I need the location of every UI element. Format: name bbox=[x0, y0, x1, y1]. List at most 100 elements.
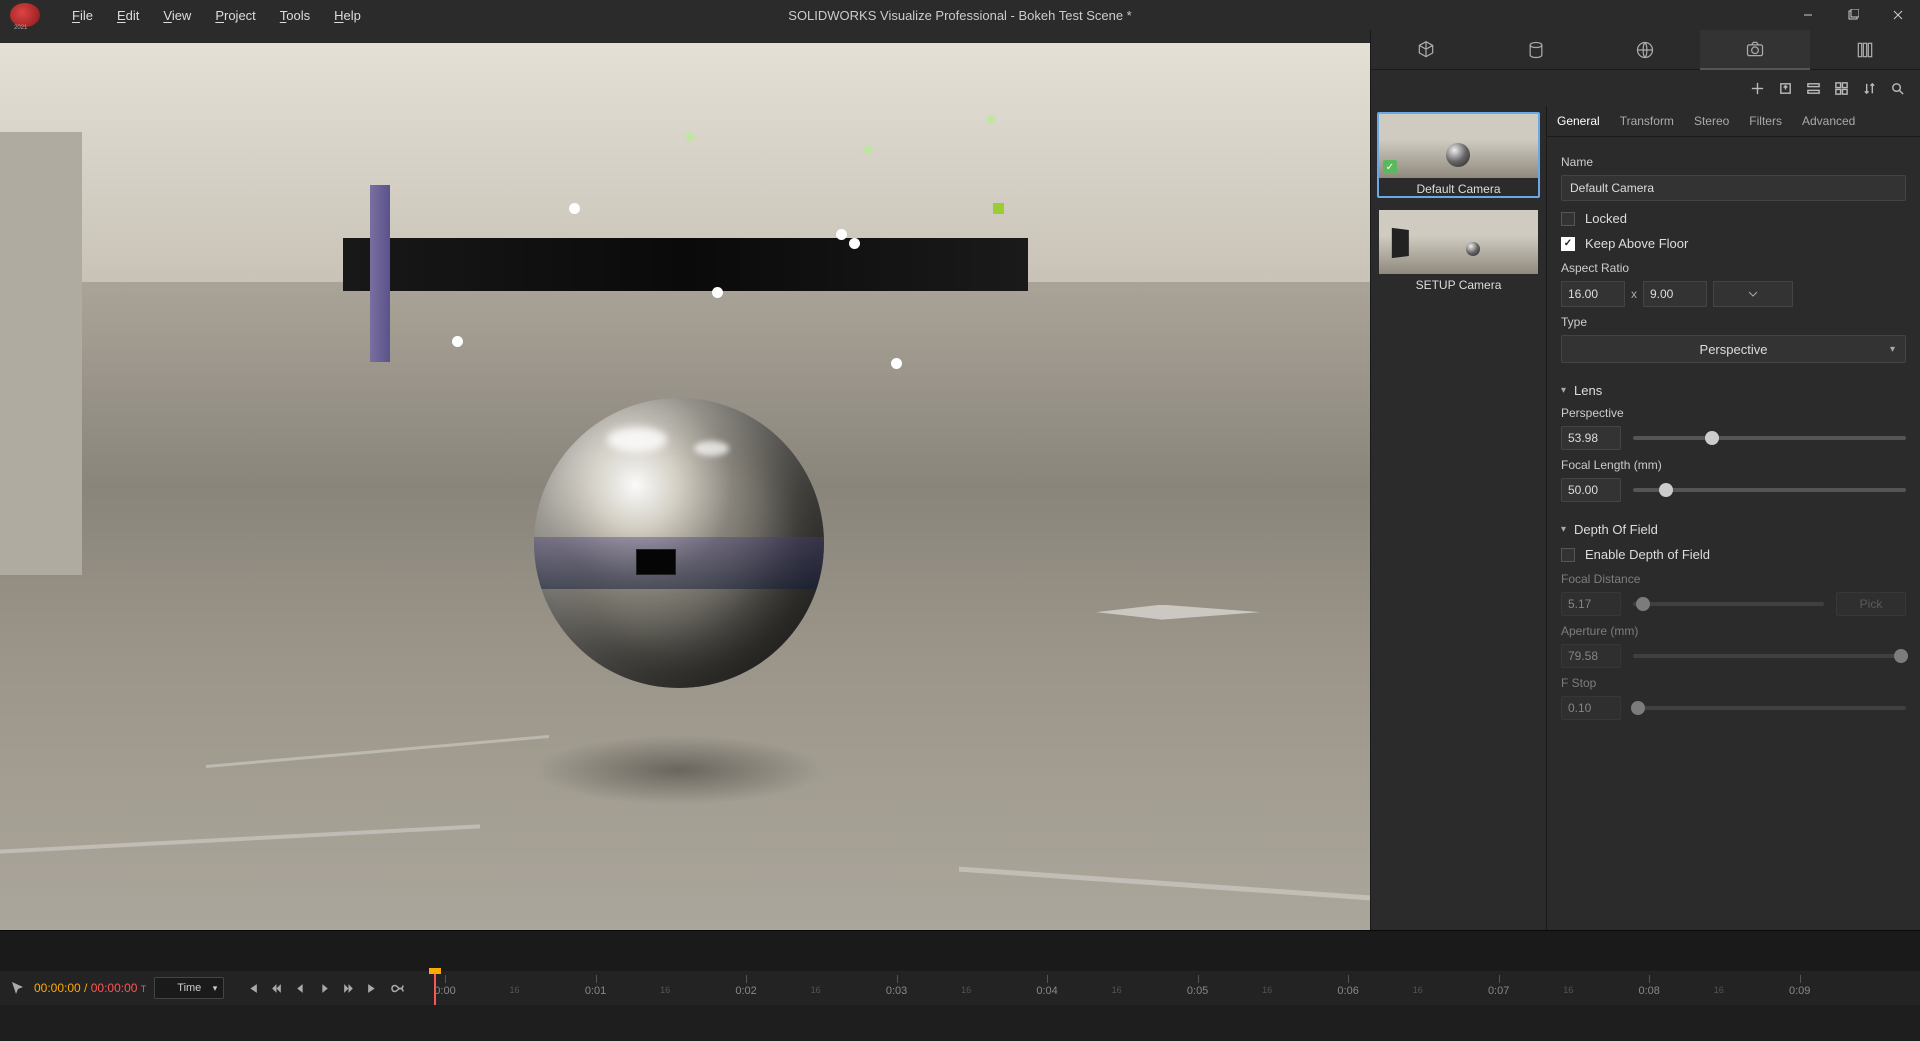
view-list-button[interactable] bbox=[1800, 75, 1826, 101]
menu-help[interactable]: Help bbox=[322, 4, 373, 27]
goto-end-button[interactable] bbox=[362, 978, 382, 998]
viewport[interactable] bbox=[0, 43, 1370, 930]
scene-sphere[interactable] bbox=[534, 398, 824, 688]
search-button[interactable] bbox=[1884, 75, 1910, 101]
sort-button[interactable] bbox=[1856, 75, 1882, 101]
menu-tools[interactable]: Tools bbox=[268, 4, 322, 27]
type-select[interactable]: Perspective bbox=[1561, 335, 1906, 363]
loop-button[interactable] bbox=[386, 978, 406, 998]
scene-shadow bbox=[534, 735, 824, 805]
tab-models[interactable] bbox=[1371, 30, 1481, 70]
tab-cameras[interactable] bbox=[1700, 30, 1810, 70]
view-grid-button[interactable] bbox=[1828, 75, 1854, 101]
lens-section-header[interactable]: Lens bbox=[1561, 383, 1906, 398]
focal-length-slider[interactable] bbox=[1633, 488, 1906, 492]
timeline-minor-tick: 16 bbox=[1112, 985, 1122, 995]
keep-above-checkbox[interactable] bbox=[1561, 237, 1575, 251]
dof-section-header[interactable]: Depth Of Field bbox=[1561, 522, 1906, 537]
scene-light bbox=[685, 132, 695, 142]
name-label: Name bbox=[1561, 155, 1906, 169]
time-total: 00:00:00 bbox=[91, 981, 138, 995]
cursor-icon[interactable] bbox=[10, 980, 26, 996]
timeline-tick: 0:04 bbox=[1036, 985, 1057, 997]
focal-distance-input bbox=[1561, 592, 1621, 616]
gizmo-handle[interactable] bbox=[712, 287, 723, 298]
timeline-minor-tick: 16 bbox=[1563, 985, 1573, 995]
timeline-ruler[interactable]: 0:00160:01160:02160:03160:04160:05160:06… bbox=[434, 971, 1910, 1005]
tab-libraries[interactable] bbox=[1810, 30, 1920, 70]
goto-start-button[interactable] bbox=[242, 978, 262, 998]
name-input[interactable] bbox=[1561, 175, 1906, 201]
timeline-tick: 0:08 bbox=[1638, 985, 1659, 997]
timeline-minor-tick: 16 bbox=[811, 985, 821, 995]
minimize-button[interactable] bbox=[1785, 0, 1830, 30]
prop-tab-advanced[interactable]: Advanced bbox=[1792, 106, 1865, 136]
play-button[interactable] bbox=[314, 978, 334, 998]
perspective-slider[interactable] bbox=[1633, 436, 1906, 440]
timeline-minor-tick: 16 bbox=[660, 985, 670, 995]
camera-item-default[interactable]: Default Camera bbox=[1377, 112, 1540, 198]
timeline-tick: 0:03 bbox=[886, 985, 907, 997]
timeline-mode-select[interactable]: Time bbox=[154, 977, 224, 999]
timeline-minor-tick: 16 bbox=[510, 985, 520, 995]
aperture-input bbox=[1561, 644, 1621, 668]
aspect-width-input[interactable] bbox=[1561, 281, 1625, 307]
gizmo-handle[interactable] bbox=[836, 229, 847, 240]
menu-edit[interactable]: Edit bbox=[105, 4, 151, 27]
timeline-tick: 0:07 bbox=[1488, 985, 1509, 997]
gizmo-handle[interactable] bbox=[569, 203, 580, 214]
focal-length-label: Focal Length (mm) bbox=[1561, 458, 1906, 472]
focal-length-input[interactable] bbox=[1561, 478, 1621, 502]
locked-label: Locked bbox=[1585, 211, 1627, 226]
export-button[interactable] bbox=[1772, 75, 1798, 101]
gizmo-target[interactable] bbox=[993, 203, 1004, 214]
camera-item-setup[interactable]: SETUP Camera bbox=[1377, 208, 1540, 294]
close-button[interactable] bbox=[1875, 0, 1920, 30]
gizmo-handle[interactable] bbox=[452, 336, 463, 347]
timeline-tracks[interactable] bbox=[0, 1005, 1920, 1041]
timeline-minor-tick: 16 bbox=[1262, 985, 1272, 995]
type-label: Type bbox=[1561, 315, 1906, 329]
aspect-height-input[interactable] bbox=[1643, 281, 1707, 307]
fstop-input bbox=[1561, 696, 1621, 720]
timeline-tick: 0:05 bbox=[1187, 985, 1208, 997]
camera-label: Default Camera bbox=[1379, 178, 1538, 196]
enable-dof-checkbox[interactable] bbox=[1561, 548, 1575, 562]
prop-tab-stereo[interactable]: Stereo bbox=[1684, 106, 1739, 136]
perspective-input[interactable] bbox=[1561, 426, 1621, 450]
tab-appearances[interactable] bbox=[1481, 30, 1591, 70]
timeline-tick: 0:00 bbox=[434, 985, 455, 997]
timeline-tick: 0:01 bbox=[585, 985, 606, 997]
locked-checkbox[interactable] bbox=[1561, 212, 1575, 226]
enable-dof-label: Enable Depth of Field bbox=[1585, 547, 1710, 562]
timeline-tick: 0:06 bbox=[1337, 985, 1358, 997]
aspect-preset-button[interactable] bbox=[1713, 281, 1793, 307]
prop-tab-filters[interactable]: Filters bbox=[1739, 106, 1792, 136]
menu-project[interactable]: Project bbox=[203, 4, 267, 27]
focal-pick-button: Pick bbox=[1836, 592, 1906, 616]
camera-label: SETUP Camera bbox=[1379, 274, 1538, 292]
prop-tab-transform[interactable]: Transform bbox=[1610, 106, 1684, 136]
camera-list: Default Camera SETUP Camera bbox=[1371, 106, 1546, 930]
fstop-slider bbox=[1633, 706, 1906, 710]
menu-view[interactable]: View bbox=[151, 4, 203, 27]
menu-file[interactable]: File bbox=[60, 4, 105, 27]
maximize-button[interactable] bbox=[1830, 0, 1875, 30]
step-back-button[interactable] bbox=[266, 978, 286, 998]
gizmo-handle[interactable] bbox=[891, 358, 902, 369]
focal-distance-label: Focal Distance bbox=[1561, 572, 1906, 586]
aspect-separator: x bbox=[1631, 287, 1637, 301]
add-button[interactable] bbox=[1744, 75, 1770, 101]
scene-floor-marking bbox=[959, 866, 1370, 900]
step-forward-button[interactable] bbox=[338, 978, 358, 998]
timeline-tick: 0:09 bbox=[1789, 985, 1810, 997]
scene-floor-marking bbox=[206, 735, 549, 768]
prev-frame-button[interactable] bbox=[290, 978, 310, 998]
time-current: 00:00:00 bbox=[34, 981, 81, 995]
tab-scenes[interactable] bbox=[1591, 30, 1701, 70]
scene-pillar bbox=[370, 185, 390, 362]
scene-background bbox=[343, 238, 1028, 291]
aspect-label: Aspect Ratio bbox=[1561, 261, 1906, 275]
timeline-minor-tick: 16 bbox=[1714, 985, 1724, 995]
prop-tab-general[interactable]: General bbox=[1547, 106, 1610, 136]
